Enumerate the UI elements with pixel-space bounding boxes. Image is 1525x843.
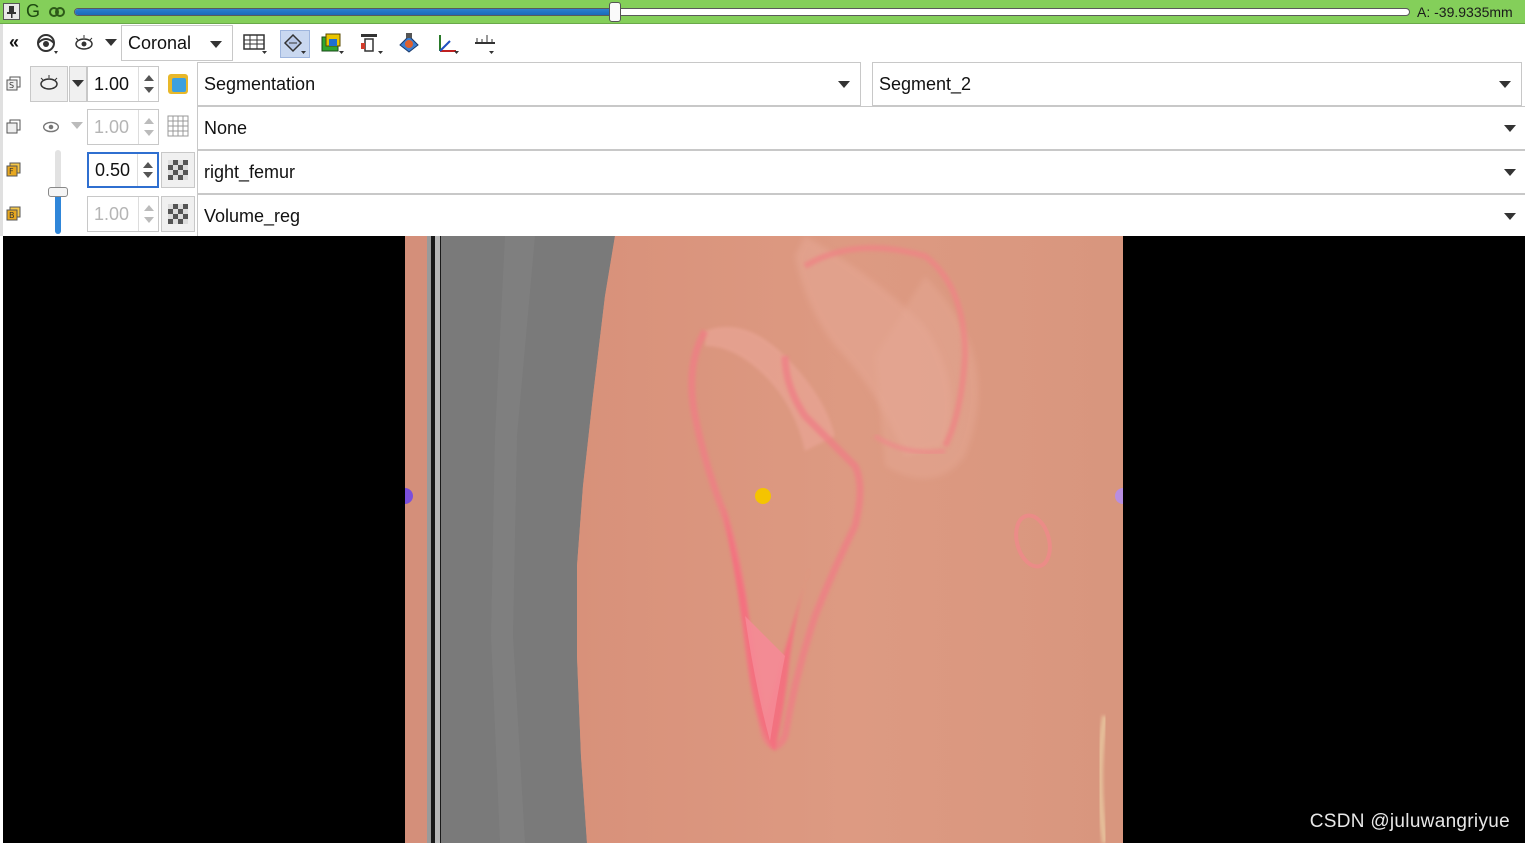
foreground-interpolation-button[interactable] xyxy=(161,152,195,188)
slice-visibility-icon xyxy=(37,34,58,54)
label-options-dropdown[interactable] xyxy=(69,119,85,133)
segmentation-opacity-spinbox[interactable]: 1.00 xyxy=(87,66,159,102)
segmentation-link-button[interactable]: S xyxy=(5,74,23,94)
foreground-link-button[interactable]: F xyxy=(5,160,23,180)
axes-icon xyxy=(439,35,459,54)
chevron-down-icon xyxy=(210,41,222,48)
background-interpolation-button[interactable] xyxy=(161,196,195,232)
layer-button[interactable] xyxy=(357,30,387,58)
chevron-down-icon xyxy=(1504,169,1516,176)
label-outline-button[interactable] xyxy=(163,110,193,142)
slice-offset-handle[interactable] xyxy=(609,2,622,22)
orientation-select[interactable]: Coronal xyxy=(121,25,233,61)
segment-select[interactable]: Segment_2 xyxy=(872,62,1522,106)
segmentation-color-button[interactable] xyxy=(163,68,193,100)
grid-icon xyxy=(167,115,189,137)
background-link-button[interactable]: B xyxy=(5,204,23,224)
checkerboard-icon xyxy=(168,160,188,180)
chevron-down-icon xyxy=(1504,125,1516,132)
slider-handle[interactable] xyxy=(48,187,68,197)
ct-slice-image[interactable] xyxy=(405,236,1123,843)
layer-link-icon: B xyxy=(6,206,21,221)
eye-icon xyxy=(40,75,58,90)
slice-controller-panel: « Coronal S 1.00 Segmentation Segment_2 … xyxy=(0,24,1525,238)
layer-link-icon: S xyxy=(6,76,21,91)
slice-offset-track[interactable] xyxy=(74,8,1410,16)
slice-bar: G A: -39.9335mm xyxy=(0,0,1525,24)
eye-icon xyxy=(42,121,60,133)
slice-offset-fill xyxy=(75,9,616,15)
label-node-select[interactable]: None xyxy=(197,106,1525,150)
reformat-icon xyxy=(283,33,306,54)
model-icon xyxy=(399,33,419,53)
chevron-down-icon xyxy=(838,81,850,88)
spin-arrows[interactable] xyxy=(138,110,158,144)
background-opacity-value: 1.00 xyxy=(94,203,130,224)
orientation-value: Coronal xyxy=(128,32,192,53)
layer-icon xyxy=(361,34,383,54)
svg-text:B: B xyxy=(9,211,15,220)
label-node-value: None xyxy=(204,117,248,138)
segmentation-node-select[interactable]: Segmentation xyxy=(197,62,861,106)
foreground-node-select[interactable]: right_femur xyxy=(197,150,1525,194)
lightbox-icon xyxy=(243,34,267,54)
segment-color-icon xyxy=(321,33,344,54)
foreground-opacity-value: 0.50 xyxy=(95,159,131,180)
spin-arrows[interactable] xyxy=(137,154,157,186)
spin-arrows[interactable] xyxy=(138,197,158,231)
collapse-button[interactable]: « xyxy=(5,32,23,52)
reformat-button[interactable] xyxy=(280,30,310,58)
segmentation-node-value: Segmentation xyxy=(204,73,316,94)
spin-arrows[interactable] xyxy=(138,67,158,101)
view-visibility-dropdown[interactable] xyxy=(103,36,119,50)
link-icon[interactable] xyxy=(48,4,66,20)
label-opacity-spinbox[interactable]: 1.00 xyxy=(87,109,159,145)
segment-value: Segment_2 xyxy=(879,73,972,94)
segment-color-icon xyxy=(168,74,188,94)
svg-text:S: S xyxy=(9,81,14,90)
segment-color-button[interactable] xyxy=(318,30,348,58)
view-visibility-button[interactable] xyxy=(71,30,97,58)
segmentation-options-dropdown[interactable] xyxy=(69,66,87,102)
slice-view[interactable]: CSDN @juluwangriyue xyxy=(3,236,1525,843)
checkerboard-icon xyxy=(168,204,188,224)
slice-visibility-button[interactable] xyxy=(33,30,63,58)
svg-text:F: F xyxy=(9,167,14,176)
label-link-button[interactable] xyxy=(5,117,23,137)
ruler-button[interactable] xyxy=(471,30,501,58)
eye-icon xyxy=(75,35,93,50)
layer-link-icon: F xyxy=(6,162,21,177)
watermark: CSDN @juluwangriyue xyxy=(1309,811,1510,832)
foreground-background-slider[interactable] xyxy=(48,150,68,234)
layer-link-icon xyxy=(6,119,21,134)
collapse-icon: « xyxy=(8,31,19,52)
slice-offset-readout: A: -39.9335mm xyxy=(1417,4,1513,20)
background-node-value: Volume_reg xyxy=(204,205,301,226)
chevron-down-icon xyxy=(1499,81,1511,88)
background-node-select[interactable]: Volume_reg xyxy=(197,194,1525,238)
foreground-node-value: right_femur xyxy=(204,161,296,182)
view-letter: G xyxy=(26,1,41,21)
foreground-opacity-spinbox[interactable]: 0.50 xyxy=(87,152,159,188)
background-opacity-spinbox[interactable]: 1.00 xyxy=(87,196,159,232)
ruler-icon xyxy=(475,35,495,54)
label-visibility-button[interactable] xyxy=(38,114,64,140)
axes-button[interactable] xyxy=(433,30,463,58)
model-button[interactable] xyxy=(395,30,425,58)
chevron-down-icon xyxy=(1504,213,1516,220)
pin-icon[interactable] xyxy=(3,3,20,20)
lightbox-button[interactable] xyxy=(241,30,271,58)
segmentation-visibility-button[interactable] xyxy=(30,66,68,102)
segmentation-opacity-value: 1.00 xyxy=(94,73,130,94)
label-opacity-value: 1.00 xyxy=(94,116,130,137)
slider-fill xyxy=(55,192,61,234)
center-reference-dot xyxy=(755,488,771,504)
